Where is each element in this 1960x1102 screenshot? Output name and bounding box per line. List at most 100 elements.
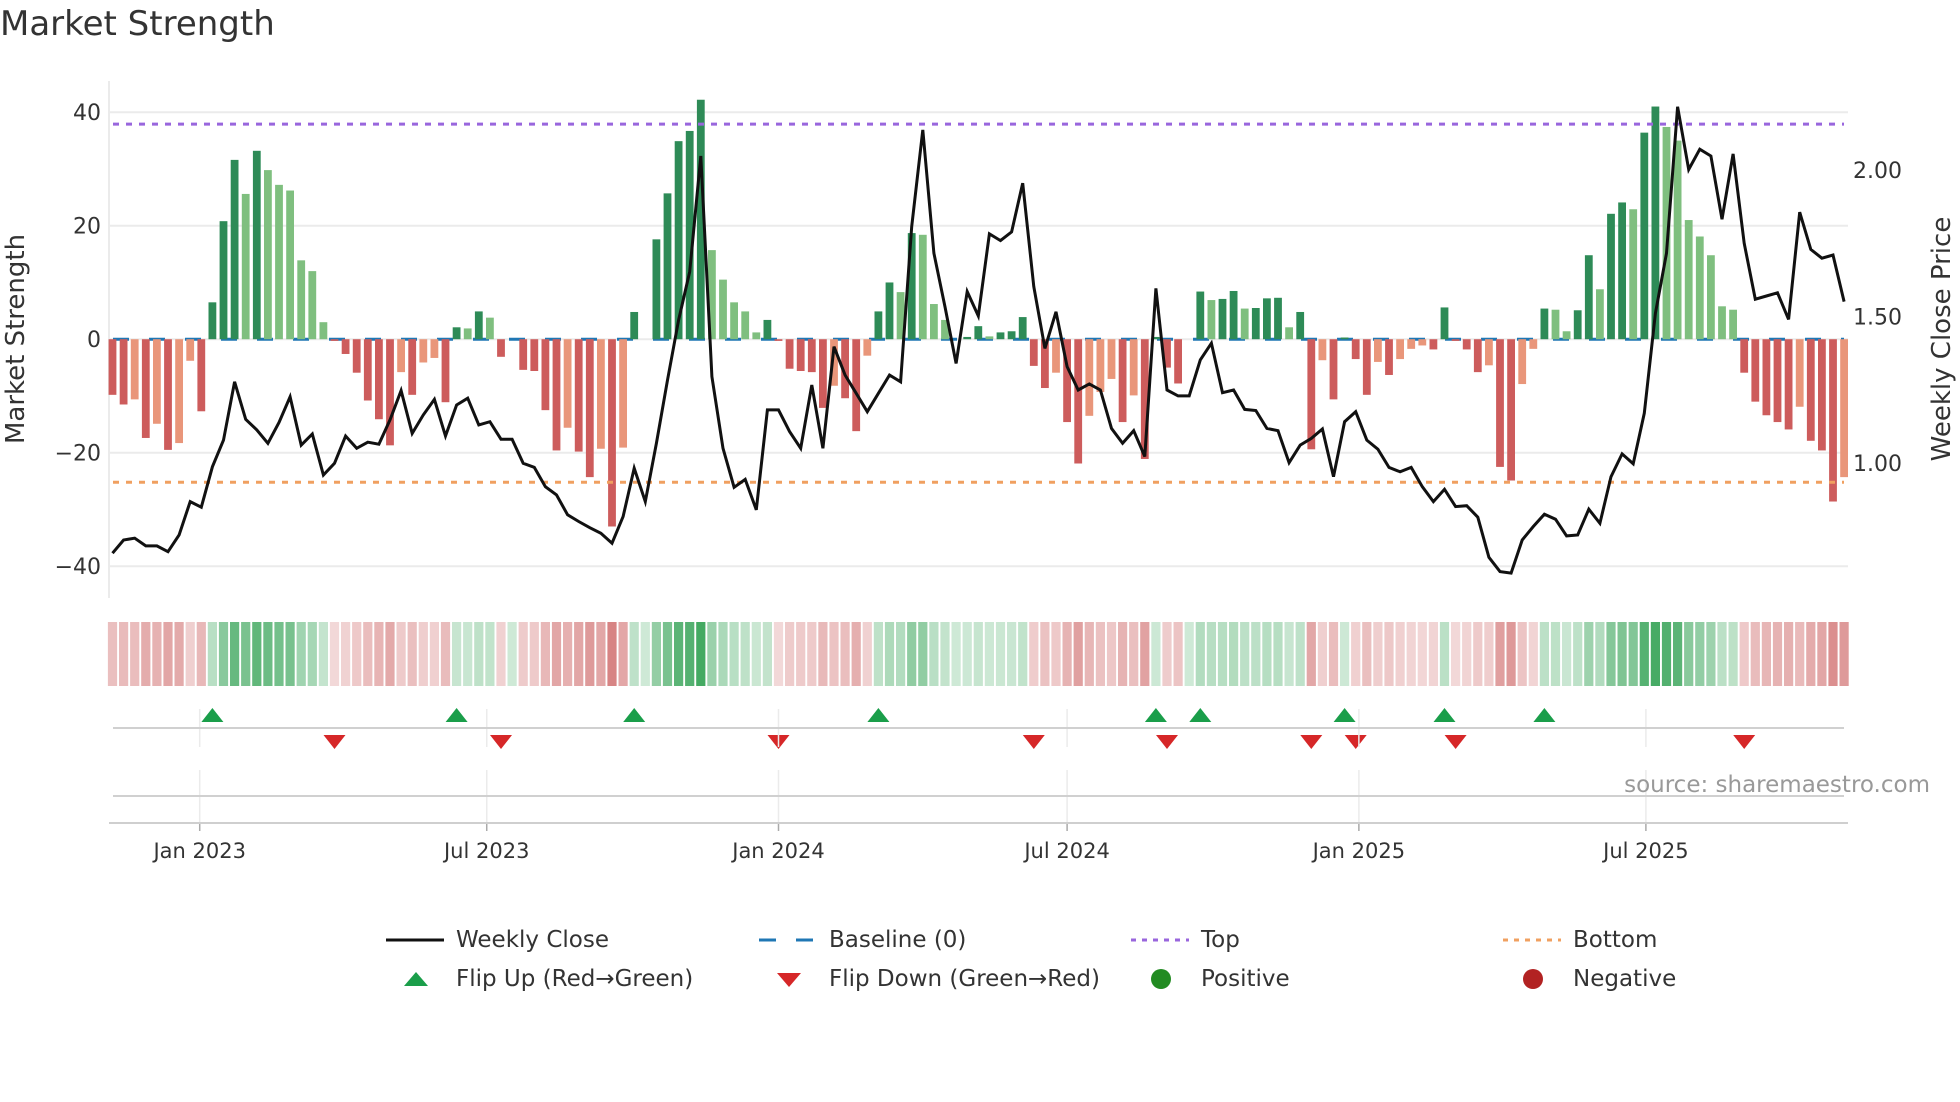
heat-cell — [1217, 622, 1228, 686]
x-tick-label: Jan 2024 — [730, 839, 825, 863]
strength-bar — [1518, 339, 1527, 385]
flip-up-marker — [1533, 708, 1556, 722]
heat-cell — [463, 622, 473, 686]
flip-down-marker — [1300, 735, 1323, 749]
heat-cell — [618, 622, 628, 686]
strength-bar — [1385, 339, 1393, 375]
heat-cell — [1684, 622, 1694, 686]
heat-cell — [1206, 622, 1216, 686]
heat-cell — [1406, 622, 1416, 686]
strength-bar — [1795, 339, 1804, 407]
strength-bar — [863, 339, 872, 356]
legend-item: Positive — [1131, 964, 1290, 994]
heat-cell — [1284, 622, 1294, 686]
heat-cell — [1739, 622, 1749, 686]
heat-cell — [685, 622, 695, 686]
strength-bar — [1440, 307, 1449, 340]
legend-label: Bottom — [1573, 927, 1658, 953]
strength-bar — [1507, 339, 1515, 481]
heat-cell — [363, 622, 373, 686]
strength-bar — [308, 271, 317, 340]
strength-bar — [1318, 339, 1327, 361]
heat-cell — [230, 622, 240, 686]
heat-cell — [1306, 622, 1316, 686]
heat-cell — [1706, 622, 1716, 686]
heat-cell — [1562, 622, 1572, 686]
heat-cell — [1395, 622, 1405, 686]
heat-cell — [1628, 622, 1638, 686]
heat-cell — [1018, 622, 1028, 686]
heat-cell — [840, 622, 850, 686]
strength-bar — [1806, 339, 1815, 441]
strength-bar — [186, 339, 195, 361]
strength-bar — [419, 339, 428, 363]
dotted-line-orange-icon — [1503, 925, 1561, 955]
heat-cell — [452, 622, 462, 686]
heat-cell — [1495, 622, 1505, 686]
flip-down-marker — [1156, 735, 1178, 749]
strength-bar — [552, 339, 561, 451]
x-tick-label: Jul 2024 — [1022, 839, 1109, 863]
heat-cell — [407, 622, 417, 686]
strength-bar — [719, 279, 727, 340]
strength-bar — [1718, 306, 1726, 340]
legend-label: Top — [1201, 927, 1240, 953]
heat-cell — [585, 622, 595, 686]
heat-cell — [1007, 622, 1017, 686]
heat-cell — [907, 622, 917, 686]
heat-cell — [707, 622, 717, 686]
strength-bar — [486, 317, 494, 340]
heat-cell — [1051, 622, 1061, 686]
heat-cell — [807, 622, 817, 686]
strength-bar — [1540, 308, 1549, 340]
heat-cell — [107, 622, 118, 686]
heat-cell — [174, 622, 184, 686]
flip-down-marker — [1022, 735, 1045, 749]
heat-cell — [1417, 622, 1427, 686]
heat-cell — [1462, 622, 1472, 686]
heat-cell — [307, 622, 317, 686]
strength-bar — [1029, 339, 1038, 366]
heat-cell — [1550, 622, 1561, 686]
strength-bar — [1329, 339, 1338, 400]
heat-cell — [818, 622, 828, 686]
strength-bar — [1196, 291, 1205, 340]
strength-bar — [1218, 298, 1227, 340]
heat-cell — [274, 622, 284, 686]
heat-cell — [1129, 622, 1139, 686]
heat-cell — [1240, 622, 1250, 686]
strength-bar — [430, 339, 439, 358]
strength-bar — [141, 339, 150, 438]
strength-bar — [796, 339, 805, 371]
heat-cell — [1140, 622, 1150, 686]
heat-cell — [1151, 622, 1161, 686]
heat-cell — [1650, 622, 1660, 686]
heat-cell — [1784, 622, 1794, 686]
heat-cell — [1229, 622, 1239, 686]
legend-label: Flip Down (Green→Red) — [829, 966, 1100, 992]
heat-cell — [1118, 622, 1128, 686]
strength-bar — [785, 339, 794, 369]
legend-item: Baseline (0) — [759, 925, 966, 955]
strength-bar — [1740, 339, 1749, 373]
strength-bar — [619, 339, 627, 448]
flip-down-marker — [1733, 735, 1756, 749]
strength-bar — [408, 339, 417, 395]
heat-cell — [851, 622, 861, 686]
circle-red-icon — [1503, 964, 1561, 994]
solid-line-icon — [386, 925, 444, 955]
strength-bar — [1840, 339, 1848, 478]
strength-bar — [763, 319, 772, 340]
strength-bar — [1362, 339, 1371, 395]
y2-tick-label: 1.50 — [1853, 306, 1902, 331]
legend-label: Weekly Close — [456, 927, 609, 953]
heat-cell — [385, 622, 395, 686]
strength-bar — [275, 184, 283, 340]
heat-cell — [1095, 622, 1105, 686]
heat-cell — [696, 622, 706, 686]
strength-bar — [1096, 339, 1105, 392]
heat-cell — [1728, 622, 1738, 686]
strength-bar — [1485, 339, 1493, 366]
heat-cell — [1673, 622, 1683, 686]
heat-cell — [341, 622, 351, 686]
